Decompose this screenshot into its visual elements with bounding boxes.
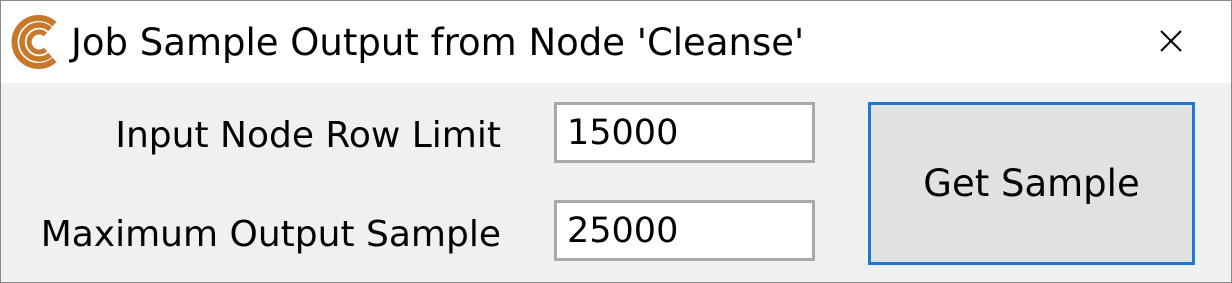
get-sample-button-label: Get Sample (923, 161, 1140, 205)
window-title: Job Sample Output from Node 'Cleanse' (71, 21, 805, 64)
max-sample-input[interactable] (554, 200, 815, 261)
dialog-content: Input Node Row Limit Maximum Output Samp… (1, 83, 1231, 282)
max-sample-label: Maximum Output Sample (40, 214, 501, 255)
title-bar[interactable]: Job Sample Output from Node 'Cleanse' (1, 1, 1231, 83)
row-limit-input[interactable] (554, 102, 815, 163)
get-sample-button[interactable]: Get Sample (868, 102, 1195, 265)
close-icon (1159, 29, 1183, 57)
c-logo-icon (10, 13, 68, 71)
close-button[interactable] (1141, 17, 1201, 69)
dialog-window: Job Sample Output from Node 'Cleanse' In… (0, 0, 1232, 283)
row-limit-label: Input Node Row Limit (115, 115, 501, 156)
